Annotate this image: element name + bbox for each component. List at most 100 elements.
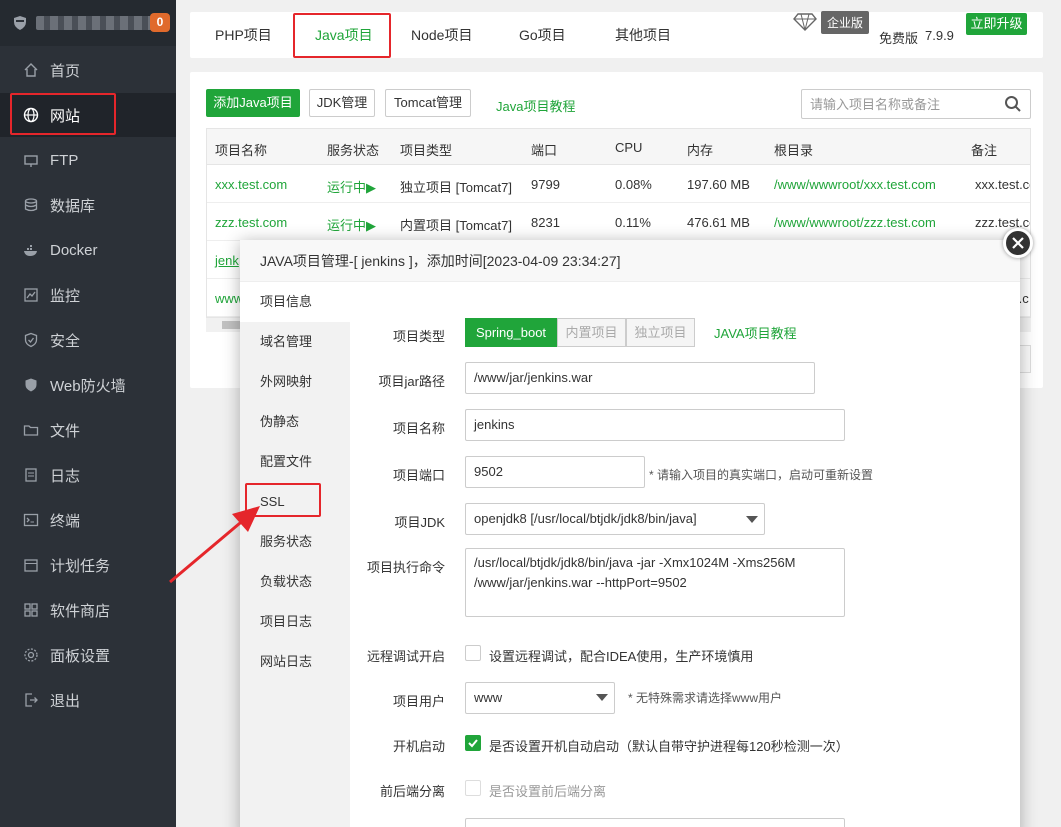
scrollbar-thumb[interactable]	[222, 321, 242, 329]
nav-item-security[interactable]: 安全	[0, 318, 176, 362]
nav-item-label: FTP	[50, 151, 79, 169]
tab-go[interactable]: Go项目	[519, 12, 566, 58]
nav-item-cron[interactable]: 计划任务	[0, 543, 176, 587]
project-name-input[interactable]: jenkins	[465, 409, 845, 441]
type-spring-boot-button[interactable]: Spring_boot	[465, 318, 557, 347]
col-memory[interactable]: 内存	[687, 140, 713, 159]
col-port[interactable]: 端口	[531, 140, 557, 159]
nav-item-files[interactable]: 文件	[0, 408, 176, 452]
tomcat-manage-button[interactable]: Tomcat管理	[385, 89, 471, 117]
label-project-jdk: 项目JDK	[394, 515, 445, 530]
upgrade-button[interactable]: 立即升级	[966, 13, 1027, 35]
label-exec-command: 项目执行命令	[366, 560, 445, 575]
nav-item-settings[interactable]: 面板设置	[0, 633, 176, 677]
monitor-icon	[22, 286, 40, 304]
version-label: 7.9.9	[925, 28, 954, 43]
tab-node[interactable]: Node项目	[411, 12, 472, 58]
chevron-down-icon[interactable]	[596, 694, 608, 701]
remote-debug-text: 设置远程调试，配合IDEA使用，生产环境慎用	[489, 649, 754, 664]
close-button[interactable]	[1003, 228, 1033, 258]
nav-item-label: 文件	[50, 422, 81, 440]
diamond-icon	[793, 13, 817, 31]
ftp-icon	[22, 151, 40, 169]
menu-project-info[interactable]: 项目信息	[240, 282, 350, 322]
col-status[interactable]: 服务状态	[327, 140, 379, 159]
row-port: 9799	[531, 177, 560, 192]
java-tutorial-link[interactable]: Java项目教程	[496, 96, 575, 115]
frontend-split-checkbox[interactable]	[465, 780, 481, 796]
nav-item-monitor[interactable]: 监控	[0, 273, 176, 317]
row-memory: 197.60 MB	[687, 177, 750, 192]
menu-project-log[interactable]: 项目日志	[240, 602, 350, 642]
nav-item-label: Web防火墙	[50, 377, 126, 395]
nav-item-home[interactable]: 首页	[0, 48, 176, 92]
frontend-split-text: 是否设置前后端分离	[489, 784, 607, 799]
row-name-link[interactable]: zzz.test.com	[215, 215, 287, 230]
nav-item-docker[interactable]: Docker	[0, 228, 176, 272]
tab-php[interactable]: PHP项目	[215, 12, 272, 58]
nav-item-waf[interactable]: Web防火墙	[0, 363, 176, 407]
calendar-icon	[22, 556, 40, 574]
row-status[interactable]: 运行中▶	[327, 215, 376, 234]
notification-badge[interactable]: 0	[150, 13, 170, 32]
log-icon	[22, 466, 40, 484]
col-root[interactable]: 根目录	[774, 140, 813, 159]
row-remark[interactable]: xxx.test.co	[975, 177, 1030, 192]
col-cpu[interactable]: CPU	[615, 140, 642, 155]
jdk-select[interactable]: openjdk8 [/usr/local/btjdk/jdk8/bin/java…	[465, 503, 765, 535]
label-project-user: 项目用户	[392, 694, 445, 709]
row-memory: 476.61 MB	[687, 215, 750, 230]
nav-item-website[interactable]: 网站	[0, 93, 176, 137]
search-icon[interactable]	[1004, 95, 1022, 113]
nav-item-label: 计划任务	[50, 557, 111, 575]
nav-item-store[interactable]: 软件商店	[0, 588, 176, 632]
menu-rewrite[interactable]: 伪静态	[240, 402, 350, 442]
exec-command-textarea[interactable]: /usr/local/btjdk/jdk8/bin/java -jar -Xmx…	[465, 548, 845, 617]
menu-config-file[interactable]: 配置文件	[240, 442, 350, 482]
row-name-link[interactable]: xxx.test.com	[215, 177, 287, 192]
col-type[interactable]: 项目类型	[400, 140, 452, 159]
nav-item-logs[interactable]: 日志	[0, 453, 176, 497]
menu-domain[interactable]: 域名管理	[240, 322, 350, 362]
remote-debug-checkbox[interactable]	[465, 645, 481, 661]
nav-item-label: 面板设置	[50, 647, 111, 665]
next-field-input[interactable]	[465, 818, 845, 827]
nav-item-label: 网站	[50, 107, 81, 125]
project-port-input[interactable]: 9502	[465, 456, 645, 488]
jdk-manage-button[interactable]: JDK管理	[309, 89, 375, 117]
row-name-link[interactable]: jenk	[215, 253, 239, 268]
row-status[interactable]: 运行中▶	[327, 177, 376, 196]
terminal-icon	[22, 511, 40, 529]
enterprise-badge[interactable]: 企业版	[793, 10, 870, 34]
label-frontend-split: 前后端分离	[379, 784, 445, 799]
java-project-tutorial-link[interactable]: JAVA项目教程	[714, 323, 797, 342]
nav-item-label: 监控	[50, 287, 81, 305]
row-root-link[interactable]: /www/wwwroot/zzz.test.com	[774, 215, 936, 230]
row-type: 内置项目 [Tomcat7]	[400, 218, 512, 233]
table-header: 项目名称 服务状态 项目类型 端口 CPU 内存 根目录 备注	[207, 129, 1030, 165]
menu-site-log[interactable]: 网站日志	[240, 642, 350, 682]
row-root-link[interactable]: /www/wwwroot/xxx.test.com	[774, 177, 936, 192]
chevron-down-icon[interactable]	[746, 516, 758, 523]
search-input[interactable]	[802, 90, 997, 118]
col-remark[interactable]: 备注	[971, 140, 997, 159]
close-icon	[1012, 237, 1024, 249]
menu-external-mapping[interactable]: 外网映射	[240, 362, 350, 402]
col-name[interactable]: 项目名称	[215, 140, 267, 159]
nav-item-logout[interactable]: 退出	[0, 678, 176, 722]
tab-other[interactable]: 其他项目	[615, 12, 671, 58]
row-name-link[interactable]: www	[215, 291, 243, 306]
type-builtin-button[interactable]: 内置项目	[557, 318, 626, 347]
nav-item-label: 终端	[50, 512, 81, 530]
firewall-icon	[22, 376, 40, 394]
jar-path-input[interactable]: /www/jar/jenkins.war	[465, 362, 815, 394]
nav-item-terminal[interactable]: 终端	[0, 498, 176, 542]
enterprise-label: 企业版	[821, 10, 870, 34]
auto-start-checkbox[interactable]	[465, 735, 481, 751]
type-standalone-button[interactable]: 独立项目	[626, 318, 695, 347]
nav-item-ftp[interactable]: FTP	[0, 138, 176, 182]
project-user-select[interactable]: www	[465, 682, 615, 714]
add-java-project-button[interactable]: 添加Java项目	[206, 89, 300, 117]
tab-java[interactable]: Java项目	[315, 12, 373, 58]
nav-item-database[interactable]: 数据库	[0, 183, 176, 227]
